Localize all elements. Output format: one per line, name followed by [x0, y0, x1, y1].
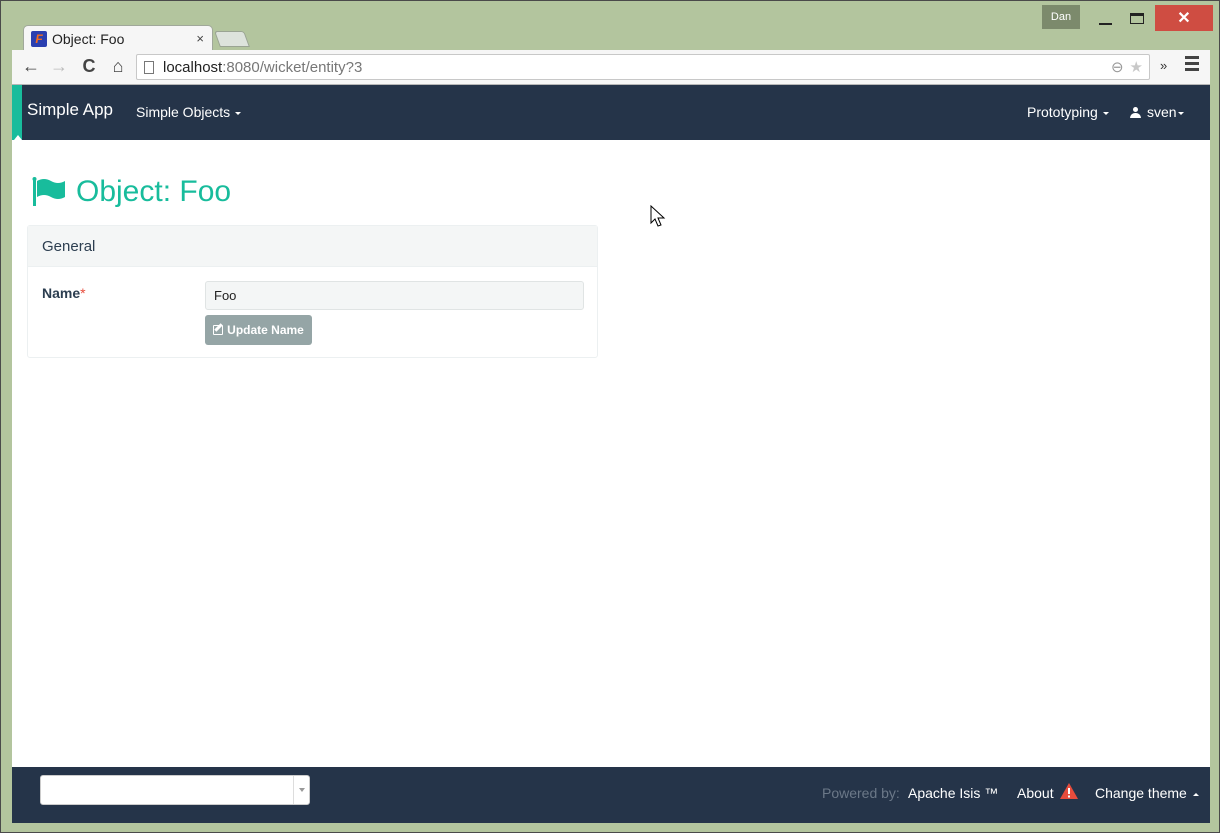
update-name-label: Update Name	[227, 323, 304, 337]
top-navbar: Simple App Simple Objects Prototyping sv…	[12, 85, 1210, 140]
warning-icon[interactable]	[1059, 782, 1079, 800]
about-link[interactable]: About	[1017, 785, 1054, 801]
browser-toolbar: ← → C ⌂ localhost:8080/wicket/entity?3 ⊖…	[12, 50, 1210, 85]
back-icon[interactable]: ←	[20, 56, 42, 77]
menu-user[interactable]: sven	[1130, 104, 1184, 120]
page-icon	[144, 60, 154, 74]
maximize-button[interactable]	[1123, 5, 1151, 31]
page-title: Object: Foo	[76, 175, 232, 208]
footer: Powered by: Apache Isis ™ About Change t…	[12, 767, 1210, 823]
tab-close-icon[interactable]: ×	[196, 31, 204, 46]
flag-icon	[32, 177, 65, 206]
user-badge: Dan	[1042, 5, 1080, 29]
select-arrow-icon[interactable]	[293, 776, 309, 804]
name-label-text: Name	[42, 285, 81, 301]
menu-prototyping-label: Prototyping	[1027, 104, 1098, 120]
apache-isis-link[interactable]: Apache Isis ™	[908, 785, 998, 801]
change-theme-menu[interactable]: Change theme	[1095, 785, 1199, 801]
caret-down-icon	[1177, 111, 1184, 115]
zoom-icon[interactable]: ⊖	[1111, 59, 1124, 76]
edit-icon	[213, 325, 224, 335]
general-panel: General Name* Update Name	[27, 225, 598, 358]
theme-select[interactable]	[40, 775, 310, 805]
powered-by-label: Powered by:	[822, 785, 900, 801]
menu-user-label: sven	[1147, 104, 1177, 120]
panel-heading: General	[28, 226, 597, 267]
app-brand[interactable]: Simple App	[27, 100, 113, 120]
favicon-icon: F	[31, 30, 47, 47]
menu-simple-objects-label: Simple Objects	[136, 104, 231, 120]
maximize-icon	[1130, 12, 1144, 24]
minimize-button[interactable]	[1091, 5, 1119, 31]
user-icon	[1130, 107, 1141, 118]
caret-down-icon	[1102, 111, 1109, 115]
mouse-cursor-icon	[650, 205, 666, 227]
tab-title: Object: Foo	[52, 30, 125, 47]
menu-simple-objects[interactable]: Simple Objects	[136, 104, 242, 120]
browser-tab[interactable]: F Object: Foo ×	[23, 25, 213, 51]
brand-accent-bar	[12, 85, 22, 140]
url-host: localhost	[163, 58, 223, 76]
update-name-button[interactable]: Update Name	[205, 315, 312, 345]
change-theme-label: Change theme	[1095, 785, 1187, 801]
browser-menu-icon[interactable]	[1185, 56, 1199, 74]
close-window-button[interactable]: ✕	[1155, 5, 1213, 31]
forward-icon[interactable]: →	[48, 56, 70, 77]
minimize-icon	[1098, 23, 1112, 25]
caret-down-icon	[235, 111, 242, 115]
url-path: :8080/wicket/entity?3	[222, 58, 363, 76]
page-content: Simple App Simple Objects Prototyping sv…	[12, 85, 1210, 823]
required-marker: *	[80, 285, 86, 301]
close-icon: ✕	[1177, 10, 1191, 27]
name-field[interactable]	[205, 281, 584, 310]
page-header: Object: Foo	[32, 175, 231, 209]
name-label: Name*	[42, 285, 86, 301]
address-bar[interactable]: localhost:8080/wicket/entity?3 ⊖ ★	[136, 54, 1150, 80]
bookmark-star-icon[interactable]: ★	[1130, 59, 1143, 76]
caret-up-icon	[1192, 792, 1199, 796]
extensions-overflow-icon[interactable]: »	[1160, 58, 1167, 73]
home-icon[interactable]: ⌂	[107, 56, 129, 77]
browser-window: Dan ✕ F Object: Foo × ← → C ⌂ localhost:…	[0, 0, 1220, 833]
new-tab-button[interactable]	[214, 31, 250, 47]
menu-prototyping[interactable]: Prototyping	[1027, 104, 1109, 120]
reload-icon[interactable]: C	[78, 56, 100, 77]
